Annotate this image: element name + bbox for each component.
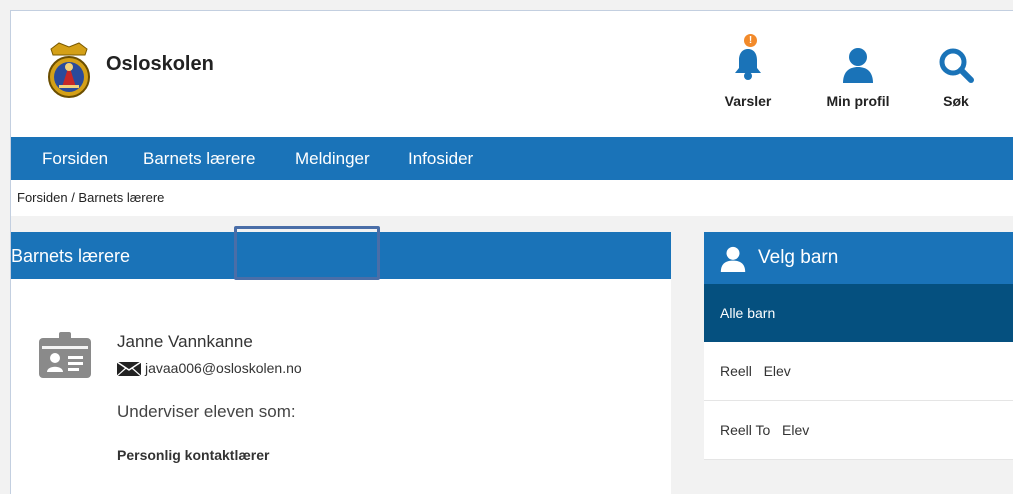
teacher-email-link[interactable]: javaa006@osloskolen.no [116, 360, 302, 377]
main-navigation: Forsiden Barnets lærere Meldinger Infosi… [11, 137, 1013, 180]
brand-name[interactable]: Osloskolen [106, 53, 214, 76]
child-item-reell-to[interactable]: Reell To Elev [704, 401, 1013, 460]
user-icon [843, 48, 873, 83]
notifications-button[interactable]: ! Varsler [711, 34, 785, 109]
teacher-email: javaa006@osloskolen.no [145, 360, 302, 376]
child-item-label: Reell To Elev [720, 422, 810, 438]
child-item-alle-barn[interactable]: Alle barn [704, 284, 1013, 342]
nav-item-barnets-laerere[interactable]: Barnets lærere [143, 149, 255, 169]
child-item-reell[interactable]: Reell Elev [704, 342, 1013, 401]
nav-item-infosider[interactable]: Infosider [408, 149, 473, 169]
id-card-icon [39, 332, 91, 383]
nav-item-meldinger[interactable]: Meldinger [295, 149, 370, 169]
oslo-coat-of-arms-logo[interactable] [45, 41, 93, 99]
choose-child-title: Velg barn [758, 247, 839, 268]
child-item-label: Reell Elev [720, 363, 791, 379]
envelope-icon [116, 361, 142, 377]
notification-badge: ! [744, 34, 757, 47]
search-label: Søk [943, 93, 969, 109]
selection-highlight [234, 226, 380, 280]
teaches-as-label: Underviser eleven som: [117, 402, 296, 421]
search-icon [939, 48, 974, 83]
nav-item-forsiden[interactable]: Forsiden [42, 149, 108, 169]
search-button[interactable]: Søk [931, 47, 981, 109]
notifications-label: Varsler [724, 93, 772, 109]
bell-icon [735, 49, 761, 80]
child-item-label: Alle barn [720, 305, 776, 321]
app-window: Osloskolen ! Varsler Min profil Søk Fors… [10, 10, 1013, 494]
breadcrumb-text[interactable]: Forsiden / Barnets lærere [17, 190, 164, 205]
site-header: Osloskolen ! Varsler Min profil Søk [11, 11, 1013, 137]
my-profile-button[interactable]: Min profil [817, 47, 899, 109]
teacher-name: Janne Vannkanne [117, 332, 253, 351]
my-profile-label: Min profil [826, 93, 890, 109]
choose-child-header: Velg barn [704, 232, 1013, 284]
choose-child-panel: Velg barn Alle barn Reell Elev Reell To … [704, 232, 1013, 460]
teacher-role: Personlig kontaktlærer [117, 447, 270, 463]
teachers-panel-title: Barnets lærere [11, 246, 131, 266]
user-icon [720, 246, 746, 272]
breadcrumb: Forsiden / Barnets lærere [11, 180, 1013, 216]
